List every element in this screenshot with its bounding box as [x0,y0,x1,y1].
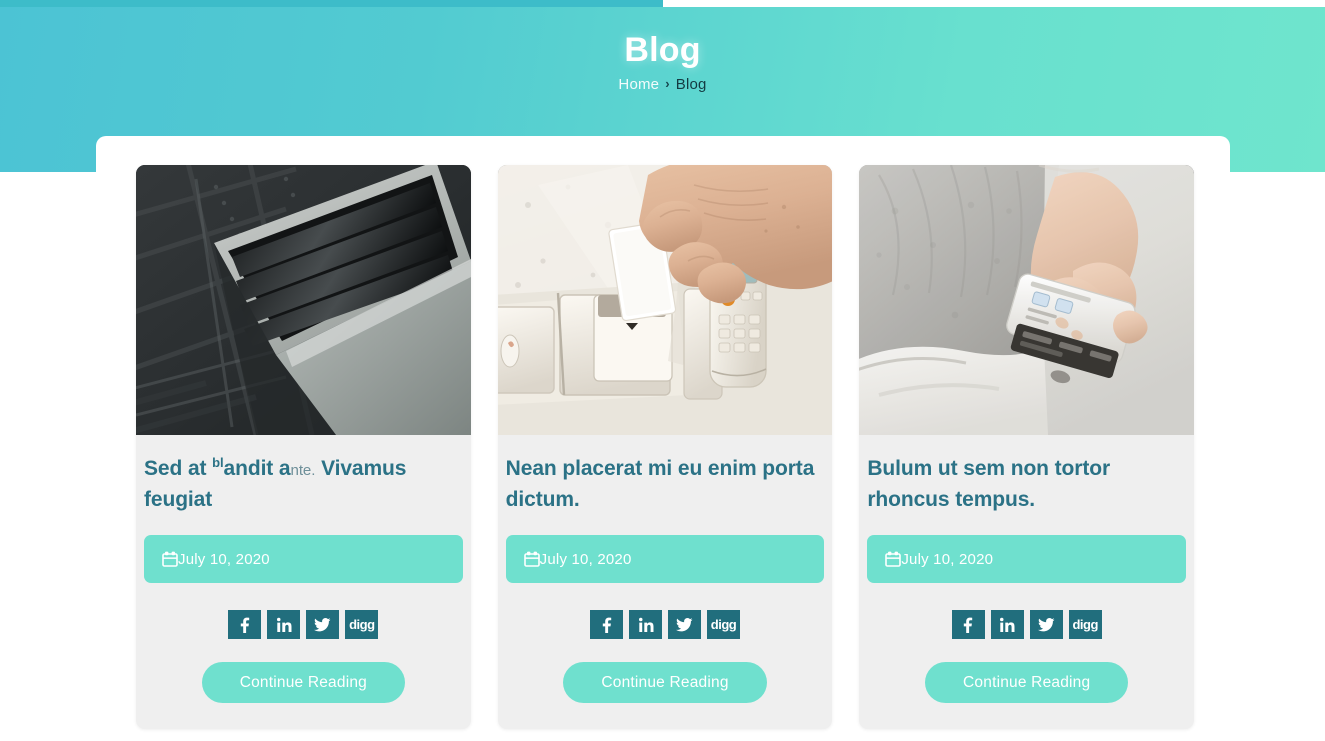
calendar-icon [162,551,178,567]
share-twitter-button[interactable] [1029,610,1063,640]
post-thumbnail[interactable] [136,165,471,435]
share-facebook-button[interactable] [590,610,623,640]
share-linkedin-button[interactable] [629,610,662,640]
blog-post-card[interactable]: Nean placerat mi eu enim porta dictum. J… [497,165,833,730]
twitter-icon [1037,617,1055,632]
share-digg-button[interactable]: digg [345,610,379,640]
read-more-wrap: Continue Reading [867,662,1186,729]
digg-icon: digg [1072,617,1098,633]
digg-icon: digg [349,617,375,633]
read-more-wrap: Continue Reading [506,662,825,729]
post-title-lead: Bulum ut sem non tortor rhoncus tempus. [867,457,1111,512]
continue-reading-button[interactable]: Continue Reading [201,662,405,704]
post-title-small: nte. [290,462,316,479]
remote-control-photo [859,165,1195,435]
progress-bar-fill [0,0,663,7]
share-twitter-button[interactable] [306,610,340,640]
post-title[interactable]: Bulum ut sem non tortor rhoncus tempus. [867,453,1186,515]
breadcrumb-current-blog: Blog [675,76,707,93]
digg-icon: digg [710,617,737,633]
social-share-row: digg [144,610,463,640]
post-body: Sed at blandit ante. Vivamus feugiat Jul… [136,435,471,729]
share-facebook-button[interactable] [951,610,985,640]
post-date: July 10, 2020 [901,550,994,568]
content-panel: Sed at blandit ante. Vivamus feugiat Jul… [96,136,1230,741]
post-title[interactable]: Nean placerat mi eu enim porta dictum. [506,453,825,515]
share-linkedin-button[interactable] [267,610,301,640]
post-date: July 10, 2020 [178,550,270,568]
read-more-wrap: Continue Reading [144,662,463,729]
air-vent-photo [136,165,471,435]
share-digg-button[interactable]: digg [1068,610,1102,640]
twitter-icon [314,617,331,632]
calendar-icon [885,551,902,567]
share-digg-button[interactable]: digg [707,610,740,640]
post-date-bar: July 10, 2020 [505,535,825,584]
page-load-progress-bar [0,0,1325,7]
continue-reading-button[interactable]: Continue Reading [925,662,1129,704]
calendar-icon [523,551,540,567]
post-body: Bulum ut sem non tortor rhoncus tempus. … [859,435,1194,729]
breadcrumb-link-home[interactable]: Home [618,76,659,93]
blog-post-card[interactable]: Sed at blandit ante. Vivamus feugiat Jul… [136,165,471,730]
share-facebook-button[interactable] [228,610,262,640]
post-title-lead: Nean placerat mi eu enim porta dictum. [505,457,815,512]
post-title[interactable]: Sed at blandit ante. Vivamus feugiat [144,453,463,515]
post-thumbnail[interactable] [859,165,1195,435]
social-share-row: digg [506,610,825,640]
blog-post-grid: Sed at blandit ante. Vivamus feugiat Jul… [136,165,1195,730]
keycard-slot-photo [497,165,833,435]
share-linkedin-button[interactable] [990,610,1024,640]
facebook-icon [963,617,973,633]
post-thumbnail[interactable] [497,165,833,435]
linkedin-icon [1000,617,1015,632]
social-share-row: digg [867,610,1186,640]
post-title-lead: Sed at [144,457,213,480]
blog-post-card[interactable]: Bulum ut sem non tortor rhoncus tempus. … [859,165,1195,730]
post-title-superscript: bl [212,455,224,470]
post-date-bar: July 10, 2020 [144,535,463,584]
linkedin-icon [276,617,292,632]
post-date: July 10, 2020 [539,550,632,568]
post-body: Nean placerat mi eu enim porta dictum. J… [498,435,833,729]
facebook-icon [602,617,611,633]
linkedin-icon [638,617,653,632]
page-title: Blog [624,31,701,69]
facebook-icon [240,617,250,633]
post-date-bar: July 10, 2020 [867,535,1187,584]
chevron-right-icon: › [665,76,670,91]
share-twitter-button[interactable] [668,610,701,640]
blog-page: Blog Home › Blog Sed at blandit ante. Vi… [0,0,1325,741]
breadcrumb: Home › Blog [0,76,1325,93]
continue-reading-button[interactable]: Continue Reading [563,662,767,704]
twitter-icon [676,617,693,632]
post-title-mid: andit a [223,457,291,480]
